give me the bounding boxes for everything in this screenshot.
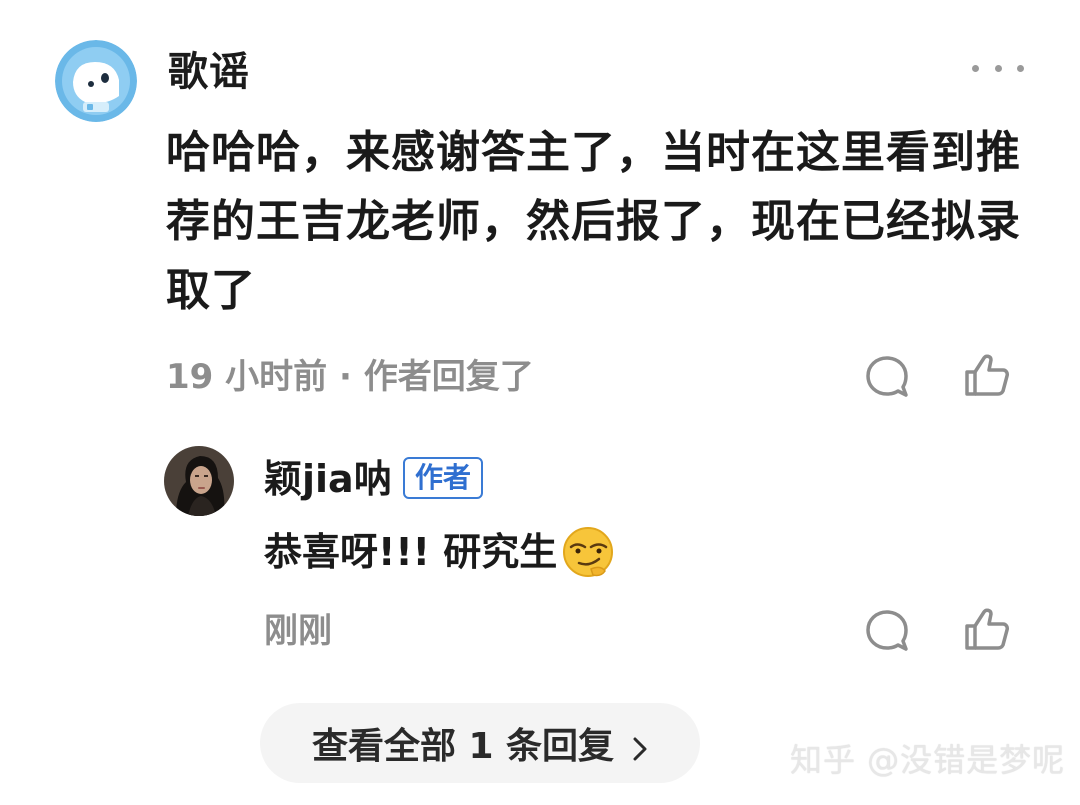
- view-all-replies-label: 查看全部 1 条回复: [311, 726, 615, 767]
- author-badge: 作者: [403, 457, 484, 499]
- avatar[interactable]: [55, 40, 137, 122]
- view-all-replies-button[interactable]: 查看全部 1 条回复: [260, 703, 700, 783]
- comment-bubble-icon[interactable]: [862, 352, 912, 402]
- more-dots-icon[interactable]: [968, 54, 1028, 82]
- comment-bubble-icon[interactable]: [862, 606, 912, 656]
- reply-avatar[interactable]: [164, 446, 234, 516]
- reply-text: 恭喜呀!!! 研究生: [264, 530, 558, 574]
- thumbs-up-icon[interactable]: [962, 350, 1012, 400]
- reply-body: 恭喜呀!!! 研究生: [264, 524, 615, 580]
- comment-author-name[interactable]: 歌谣: [168, 44, 250, 100]
- comment-meta: 19 小时前 · 作者回复了: [166, 357, 534, 397]
- watermark: 知乎 @没错是梦呢: [790, 741, 1066, 779]
- thumbs-up-icon[interactable]: [962, 604, 1012, 654]
- comment-thread: 歌谣 哈哈哈，来感谢答主了，当时在这里看到推荐的王吉龙老师，然后报了，现在已经拟…: [0, 0, 1080, 805]
- reply-meta: 刚刚: [264, 611, 332, 651]
- reply-author-name[interactable]: 颖jia呐: [264, 453, 392, 505]
- smirk-emoji-icon: [561, 525, 615, 579]
- comment-body: 哈哈哈，来感谢答主了，当时在这里看到推荐的王吉龙老师，然后报了，现在已经拟录取了: [166, 127, 1021, 316]
- chevron-right-icon: [632, 730, 648, 761]
